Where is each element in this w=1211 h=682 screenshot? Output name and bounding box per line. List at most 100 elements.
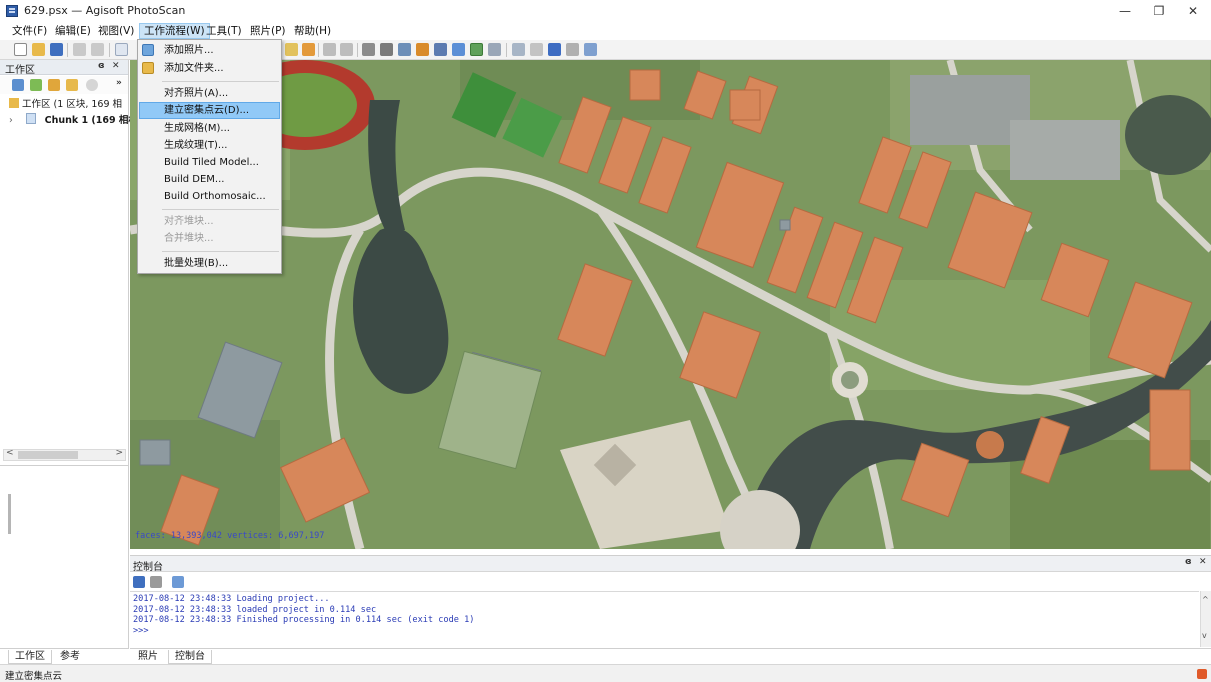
chunk-row[interactable]: › Chunk 1 (169 相机: [9, 113, 138, 127]
redo-icon[interactable]: [91, 43, 104, 56]
minimize-button[interactable]: —: [1108, 0, 1142, 22]
menu-workflow[interactable]: 工作流程(W): [139, 23, 210, 39]
crop-selection-icon[interactable]: [340, 43, 353, 56]
open-project-icon[interactable]: [32, 43, 45, 56]
console-prompt[interactable]: >>>: [133, 626, 1199, 637]
navigation-icon[interactable]: [584, 43, 597, 56]
menu-item-add-photos[interactable]: 添加照片...: [139, 42, 280, 59]
status-indicator-icon: [1197, 669, 1207, 679]
menu-item-label: 添加照片...: [164, 45, 214, 56]
scroll-right-arrow-icon[interactable]: >: [115, 448, 123, 458]
overflow-icon[interactable]: »: [116, 78, 122, 88]
title-bar: 629.psx — Agisoft PhotoScan — ❐ ✕: [0, 0, 1211, 22]
menu-photos[interactable]: 照片(P): [246, 23, 290, 39]
menu-item-add-folder[interactable]: 添加文件夹...: [139, 60, 280, 77]
toolbar-separator: [357, 43, 358, 57]
camera-view-icon[interactable]: [512, 43, 525, 56]
menu-item-batch-process[interactable]: 批量处理(B)...: [139, 255, 280, 272]
point-cloud-icon[interactable]: [380, 43, 393, 56]
menu-item-build-texture[interactable]: 生成纹理(T)...: [139, 137, 280, 154]
aerial-orthophoto: [130, 60, 1211, 549]
save-log-icon[interactable]: [133, 576, 145, 588]
maximize-button[interactable]: ❐: [1142, 0, 1176, 22]
workspace-panel: 工作区 ɞ ✕ » 工作区 (1 区块, 169 相 › Chunk 1 (16…: [0, 60, 138, 648]
console-line: 2017-08-12 23:48:33 Finished processing …: [133, 615, 475, 625]
add-chunk-icon[interactable]: [12, 79, 24, 91]
save-project-icon[interactable]: [50, 43, 63, 56]
menu-view[interactable]: 视图(V): [94, 23, 138, 39]
add-photos-icon: [142, 44, 154, 56]
textured-model-icon[interactable]: [470, 43, 483, 56]
center-dock-tabs: 照片 控制台: [130, 648, 1211, 664]
flag-icon[interactable]: [548, 43, 561, 56]
close-panel-button[interactable]: ✕: [112, 61, 120, 71]
window-title: 629.psx — Agisoft PhotoScan: [24, 4, 186, 17]
console-float-button[interactable]: ɞ: [1185, 557, 1192, 567]
add-marker-icon[interactable]: [48, 79, 60, 91]
remove-item-icon[interactable]: [86, 79, 98, 91]
photoscan-app-icon: [6, 5, 18, 17]
menu-tools[interactable]: 工具(T): [202, 23, 246, 39]
console-line: 2017-08-12 23:48:33 loaded project in 0.…: [133, 604, 377, 615]
splitter-grip[interactable]: [8, 494, 11, 534]
menu-help[interactable]: 帮助(H): [290, 23, 335, 39]
shaded-model-icon[interactable]: [416, 43, 429, 56]
scroll-up-arrow-icon[interactable]: ^: [1202, 595, 1209, 604]
console-title: 控制台: [133, 562, 163, 573]
dense-cloud-icon[interactable]: [398, 43, 411, 56]
float-panel-button[interactable]: ɞ: [98, 61, 105, 71]
solid-model-icon[interactable]: [434, 43, 447, 56]
chunk-label: Chunk 1 (169 相机: [44, 115, 138, 126]
console-line: 2017-08-12 23:48:33 Loading project...: [133, 594, 330, 604]
add-folder-icon[interactable]: [66, 79, 78, 91]
menu-item-build-dem[interactable]: Build DEM...: [139, 171, 280, 188]
tab-reference[interactable]: 参考: [54, 650, 86, 664]
add-photos-icon[interactable]: [30, 79, 42, 91]
new-project-icon[interactable]: [14, 43, 27, 56]
tab-photos[interactable]: 照片: [132, 650, 164, 664]
rotate-region-icon[interactable]: [285, 43, 298, 56]
scroll-left-arrow-icon[interactable]: <: [6, 448, 14, 458]
clear-log-icon[interactable]: [150, 576, 162, 588]
menu-file[interactable]: 文件(F): [8, 23, 51, 39]
menu-item-build-mesh[interactable]: 生成网格(M)...: [139, 120, 280, 137]
run-script-icon[interactable]: [172, 576, 184, 588]
scrollbar-thumb[interactable]: [18, 451, 78, 459]
menu-item-build-tiled-model[interactable]: Build Tiled Model...: [139, 154, 280, 171]
delete-selection-icon[interactable]: [323, 43, 336, 56]
tiled-model-icon[interactable]: [488, 43, 501, 56]
expand-chevron-icon[interactable]: ›: [9, 114, 17, 128]
model-viewport[interactable]: faces: 13,393,042 vertices: 6,697,197: [130, 60, 1211, 549]
menu-item-build-orthomosaic[interactable]: Build Orthomosaic...: [139, 188, 280, 205]
menu-separator: [162, 251, 279, 252]
toolbar-separator: [109, 43, 110, 57]
tab-workspace[interactable]: 工作区: [8, 650, 52, 664]
console-close-button[interactable]: ✕: [1199, 557, 1207, 567]
menu-item-align-chunks: 对齐堆块...: [164, 216, 214, 227]
menu-edit[interactable]: 编辑(E): [51, 23, 95, 39]
scroll-down-arrow-icon[interactable]: v: [1202, 631, 1207, 640]
workspace-root-row[interactable]: 工作区 (1 区块, 169 相: [9, 98, 122, 112]
close-button[interactable]: ✕: [1176, 0, 1210, 22]
viewport-statistics: faces: 13,393,042 vertices: 6,697,197: [135, 531, 325, 541]
tab-console[interactable]: 控制台: [168, 650, 212, 664]
console-panel: 控制台 ɞ ✕ 2017-08-12 23:48:33 Loading proj…: [130, 555, 1211, 648]
toolbar-separator: [506, 43, 507, 57]
wireframe-model-icon[interactable]: [452, 43, 465, 56]
menu-item-build-dense-cloud[interactable]: 建立密集点云(D)...: [139, 102, 280, 119]
menu-item-merge-chunks: 合并堆块...: [164, 233, 214, 244]
markers-icon[interactable]: [530, 43, 543, 56]
undo-icon[interactable]: [73, 43, 86, 56]
ruler-icon[interactable]: [302, 43, 315, 56]
workspace-panel-header: 工作区 ɞ ✕: [0, 60, 128, 76]
console-vertical-scrollbar[interactable]: ^ v: [1200, 591, 1211, 647]
select-tool-icon[interactable]: [115, 43, 128, 56]
console-toolbar: [130, 573, 1211, 591]
menu-item-align-photos[interactable]: 对齐照片(A)...: [139, 85, 280, 102]
console-log[interactable]: 2017-08-12 23:48:33 Loading project... 2…: [130, 591, 1199, 647]
workspace-panel-title: 工作区: [5, 65, 35, 76]
show-cameras-icon[interactable]: [362, 43, 375, 56]
print-icon[interactable]: [566, 43, 579, 56]
workspace-root-label: 工作区 (1 区块, 169 相: [22, 99, 123, 110]
workspace-horizontal-scrollbar[interactable]: < >: [3, 448, 126, 461]
